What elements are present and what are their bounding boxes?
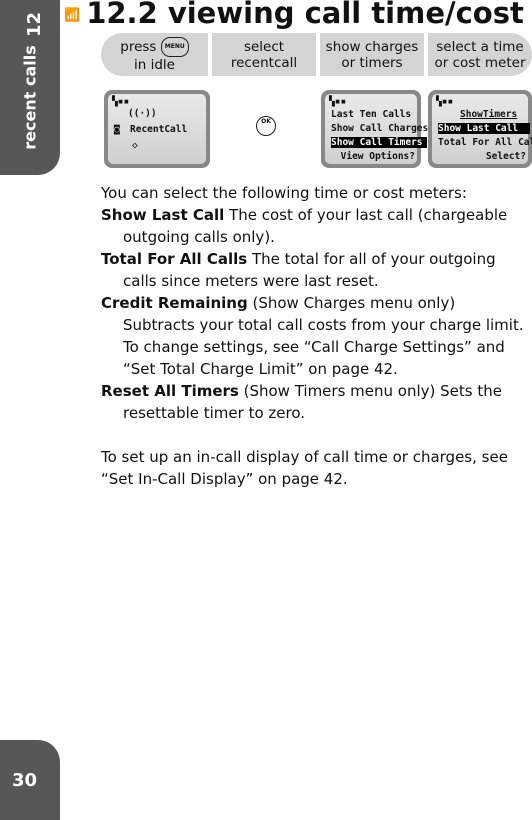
definition: Reset All Timers (Show Timers menu only)… xyxy=(101,382,502,422)
menu-key-icon: MENU xyxy=(160,36,189,57)
signal-icon: ▚▪▪ xyxy=(329,96,347,107)
step-1: press MENU in idle xyxy=(101,33,208,76)
phonebook-icon: ◇ xyxy=(132,140,138,151)
body-text: You can select the following time or cos… xyxy=(101,182,526,490)
signal-icon: ▚▪▪ xyxy=(436,96,454,107)
step-3: show charges or timers xyxy=(320,33,424,76)
phone-screen-show-timers: ▚▪▪ ShowTimers Show Last Call Total For … xyxy=(428,90,532,168)
definition: Total For All Calls The total for all of… xyxy=(101,250,496,290)
recent-call-icon: ◙ xyxy=(114,124,120,135)
antenna-icon: 📶 xyxy=(64,7,81,23)
definition: Credit Remaining (Show Charges menu only… xyxy=(101,294,524,378)
chapter-tab: 12 recent calls xyxy=(0,0,60,175)
call-icon: ((·)) xyxy=(128,108,157,119)
signal-icon: ▚▪▪ xyxy=(112,96,130,107)
step-2: select recentcall xyxy=(212,33,316,76)
phone-screen-idle-menu: ▚▪▪ ((·)) ◙ RecentCall ◇ xyxy=(104,90,210,168)
page-title: 📶 12.2 viewing call time/cost xyxy=(64,0,524,30)
ok-key-icon: OK xyxy=(256,116,276,136)
definition: Show Last Call The cost of your last cal… xyxy=(101,206,508,246)
phone-screen-recent-calls: ▚▪▪ Last Ten Calls Show Call Charges Sho… xyxy=(321,90,428,168)
page-number-tab: 30 xyxy=(0,740,60,820)
step-4: select a time or cost meter xyxy=(428,33,532,76)
page-number: 30 xyxy=(12,770,38,791)
chapter-label: recent calls xyxy=(20,45,40,150)
